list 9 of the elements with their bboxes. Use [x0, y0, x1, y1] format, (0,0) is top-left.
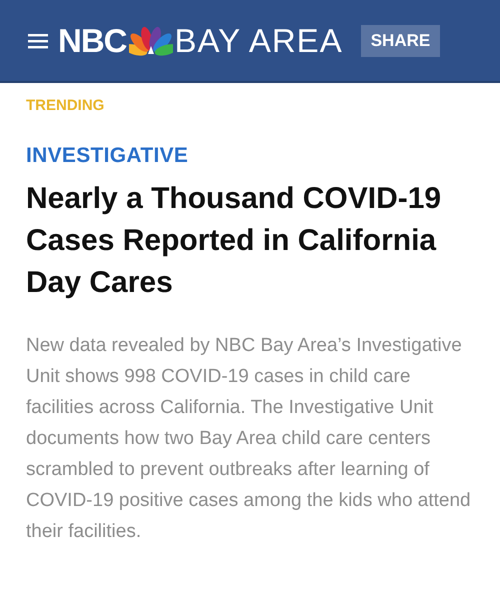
share-button[interactable]: SHARE: [360, 24, 440, 56]
trending-label: TRENDING: [26, 97, 106, 114]
article-summary: New data revealed by NBC Bay Area’s Investigative Unit shows 998 COVID-19 cases in child care facilities across California. The Investigative Unit documents how two Bay Area child care centers scrambled to prevent outbreaks after learning of COVID-19 positive cases among the kids who attend their facilities.: [26, 334, 472, 544]
menu-icon[interactable]: [28, 32, 48, 48]
logo-text: BAY AREA: [174, 22, 343, 60]
peacock-icon: [128, 26, 172, 56]
logo-text: NBC: [58, 22, 126, 60]
headline[interactable]: Nearly a Thousand COVID-19 Cases Reported in California Day Cares: [26, 178, 474, 304]
category-label[interactable]: INVESTIGATIVE: [26, 144, 474, 168]
